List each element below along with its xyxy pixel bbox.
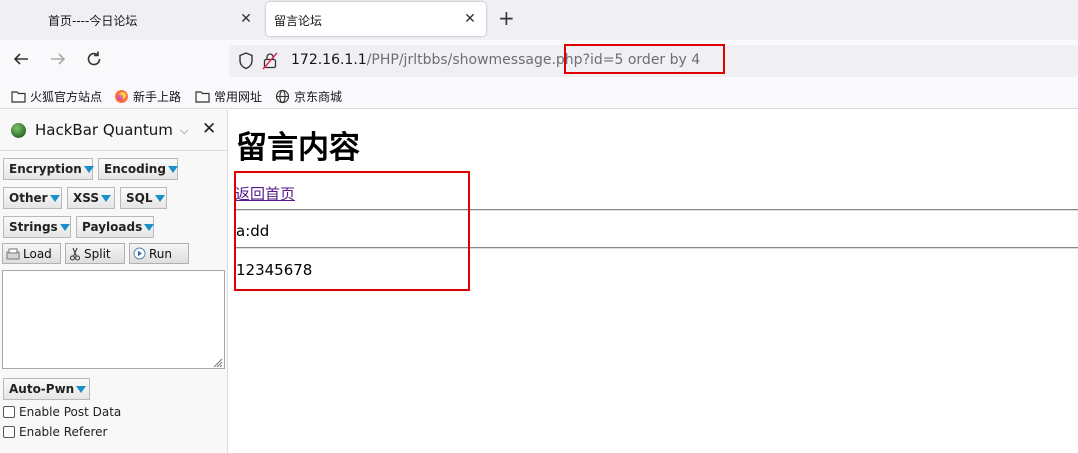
action-label: Load — [23, 246, 52, 261]
dropdown-arrow-icon — [76, 385, 87, 393]
url-textarea[interactable] — [2, 270, 225, 369]
menu-label: Other — [9, 191, 48, 205]
folder-icon — [195, 91, 210, 103]
menu-label: XSS — [73, 191, 99, 205]
tab-close-icon[interactable]: ✕ — [238, 11, 254, 27]
bookmark-firefox-official[interactable]: 火狐官方站点 — [11, 88, 102, 105]
enable-post-data-checkbox[interactable]: Enable Post Data — [3, 405, 121, 419]
checkbox-box[interactable] — [3, 406, 15, 418]
payloads-menu-button[interactable]: Payloads — [76, 216, 155, 238]
xss-menu-button[interactable]: XSS — [67, 187, 115, 209]
tab-strip: 首页----今日论坛 ✕ 留言论坛 ✕ + — [0, 0, 1078, 40]
tab-message-board[interactable]: 留言论坛 ✕ — [266, 2, 486, 36]
menu-label: SQL — [126, 191, 153, 205]
navigation-toolbar: 172.16.1.1/PHP/jrltbbs/showmessage.php?i… — [0, 40, 1078, 82]
menu-label: Encoding — [104, 162, 166, 176]
strings-menu-button[interactable]: Strings — [3, 216, 71, 238]
sidebar-header: HackBar Quantum ⌵ ✕ — [0, 110, 228, 150]
back-arrow-icon[interactable] — [12, 50, 30, 73]
reload-icon[interactable] — [85, 50, 103, 73]
firefox-icon — [115, 90, 128, 103]
dropdown-arrow-icon — [167, 165, 178, 173]
tab-close-icon[interactable]: ✕ — [462, 11, 478, 27]
scissors-icon — [70, 247, 80, 260]
checkbox-label: Enable Post Data — [19, 405, 122, 419]
tracking-shield-icon[interactable] — [238, 52, 254, 74]
menu-label: Encryption — [9, 162, 82, 176]
split-url-button[interactable]: Split — [65, 243, 125, 264]
encoding-menu-button[interactable]: Encoding — [98, 158, 178, 180]
bookmark-getting-started[interactable]: 新手上路 — [114, 88, 181, 105]
play-icon — [133, 247, 146, 260]
menu-label: Payloads — [82, 220, 143, 234]
dropdown-arrow-icon — [49, 194, 60, 202]
bookmarks-toolbar: 火狐官方站点 新手上路 常用网址 京东商城 — [0, 82, 1078, 109]
new-tab-plus-icon[interactable]: + — [498, 8, 515, 28]
url-path: /PHP/jrltbbs/showmessage.php — [366, 52, 583, 68]
highlight-box-message — [234, 171, 470, 291]
run-url-button[interactable]: Run — [129, 243, 189, 264]
hackbar-sidebar: HackBar Quantum ⌵ ✕ Encryption Encoding … — [0, 110, 228, 453]
folder-icon — [11, 91, 26, 103]
bookmark-label: 新手上路 — [133, 90, 182, 104]
dropdown-arrow-icon — [154, 194, 165, 202]
insecure-lock-icon[interactable] — [262, 52, 278, 74]
forward-arrow-icon[interactable] — [49, 50, 67, 73]
dropdown-arrow-icon — [59, 223, 70, 231]
checkbox-box[interactable] — [3, 426, 15, 438]
bookmark-common-sites[interactable]: 常用网址 — [195, 88, 262, 105]
load-icon — [6, 248, 20, 259]
sidebar-divider — [0, 150, 228, 151]
encryption-menu-button[interactable]: Encryption — [3, 158, 94, 180]
chevron-down-icon[interactable]: ⌵ — [180, 124, 188, 138]
tab-label: 留言论坛 — [274, 14, 323, 28]
hackbar-logo-icon — [11, 123, 26, 138]
bookmark-label: 京东商城 — [294, 90, 343, 104]
sql-menu-button[interactable]: SQL — [120, 187, 167, 209]
url-host: 172.16.1.1 — [291, 52, 367, 68]
dropdown-arrow-icon — [101, 194, 111, 202]
tab-label: 首页----今日论坛 — [48, 14, 138, 28]
bookmark-label: 火狐官方站点 — [30, 90, 103, 104]
dropdown-arrow-icon — [144, 223, 155, 231]
bookmark-jd-mall[interactable]: 京东商城 — [275, 88, 342, 105]
checkbox-label: Enable Referer — [19, 425, 108, 439]
globe-icon — [275, 89, 290, 104]
action-label: Run — [149, 246, 173, 261]
other-menu-button[interactable]: Other — [3, 187, 62, 209]
resize-grip-icon[interactable] — [211, 356, 223, 368]
dropdown-arrow-icon — [83, 165, 94, 173]
bookmark-label: 常用网址 — [214, 90, 263, 104]
load-url-button[interactable]: Load — [2, 243, 61, 264]
auto-pwn-menu-button[interactable]: Auto-Pwn — [3, 378, 90, 400]
page-title: 留言内容 — [236, 130, 360, 166]
action-label: Split — [84, 246, 111, 261]
menu-label: Auto-Pwn — [9, 382, 75, 396]
tab-home[interactable]: 首页----今日论坛 ✕ — [0, 2, 262, 36]
sidebar-title[interactable]: HackBar Quantum — [35, 121, 173, 139]
menu-label: Strings — [9, 220, 58, 234]
enable-referer-checkbox[interactable]: Enable Referer — [3, 425, 107, 439]
close-icon[interactable]: ✕ — [202, 119, 216, 139]
highlight-box-url-query — [564, 44, 725, 74]
